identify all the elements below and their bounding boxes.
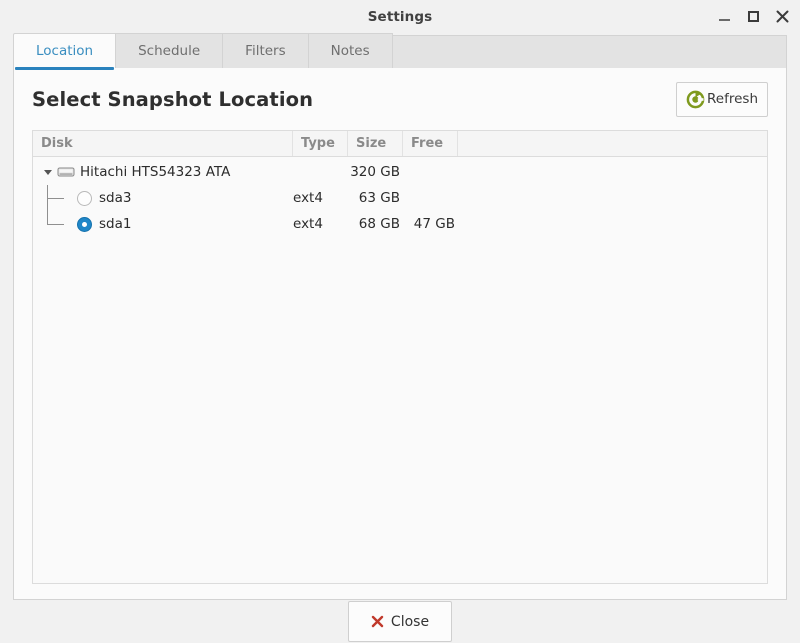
refresh-button[interactable]: Refresh: [676, 82, 768, 117]
partition-size-cell: 63 GB: [348, 190, 403, 206]
column-header-size[interactable]: Size: [348, 131, 403, 156]
disk-list-header: Disk Type Size Free: [33, 131, 767, 157]
page-title: Select Snapshot Location: [32, 88, 313, 111]
partition-radio-sda1[interactable]: [77, 217, 92, 232]
partition-size-cell: 68 GB: [348, 216, 403, 232]
column-header-filler: [458, 131, 767, 156]
tree-branch-line: [41, 185, 77, 211]
column-header-disk[interactable]: Disk: [33, 131, 293, 156]
refresh-label: Refresh: [707, 91, 758, 107]
minimize-icon[interactable]: [717, 9, 732, 24]
close-icon[interactable]: [775, 9, 790, 24]
disk-name-cell: Hitachi HTS54323 ATA: [33, 164, 293, 180]
refresh-icon: [686, 90, 705, 109]
dialog-footer: Close: [0, 600, 800, 643]
tab-filters[interactable]: Filters: [222, 33, 308, 68]
partition-name-cell: sda3: [33, 185, 293, 211]
maximize-icon[interactable]: [746, 9, 761, 24]
table-row[interactable]: Hitachi HTS54323 ATA 320 GB: [33, 159, 767, 185]
column-header-free[interactable]: Free: [403, 131, 458, 156]
tab-location[interactable]: Location: [13, 33, 116, 68]
tab-bar: Location Schedule Filters Notes: [0, 33, 800, 68]
window-controls: [717, 0, 790, 33]
partition-type-cell: ext4: [293, 216, 348, 232]
tree-branch-line: [41, 211, 77, 237]
partition-radio-sda3[interactable]: [77, 191, 92, 206]
partition-label: sda3: [99, 190, 131, 206]
partition-name-cell: sda1: [33, 211, 293, 237]
hard-drive-icon: [55, 165, 77, 179]
table-row[interactable]: sda1 ext4 68 GB 47 GB: [33, 211, 767, 237]
close-button-label: Close: [391, 614, 429, 630]
tab-label: Notes: [331, 43, 370, 59]
partition-label: sda1: [99, 216, 131, 232]
partition-type-cell: ext4: [293, 190, 348, 206]
disk-list: Disk Type Size Free: [32, 130, 768, 584]
tab-label: Schedule: [138, 43, 200, 59]
tab-schedule[interactable]: Schedule: [115, 33, 223, 68]
partition-free-cell: 47 GB: [403, 216, 458, 232]
tab-label: Filters: [245, 43, 285, 59]
disk-list-body: Hitachi HTS54323 ATA 320 GB sda3 ext4 63…: [33, 157, 767, 583]
disk-label: Hitachi HTS54323 ATA: [80, 164, 230, 180]
chevron-down-icon[interactable]: [41, 165, 55, 179]
titlebar: Settings: [0, 0, 800, 33]
tab-label: Location: [36, 43, 93, 59]
window-title: Settings: [368, 9, 433, 25]
tab-bar-filler: [392, 35, 787, 68]
table-row[interactable]: sda3 ext4 63 GB: [33, 185, 767, 211]
close-button[interactable]: Close: [348, 601, 452, 642]
panel-header: Select Snapshot Location Refresh: [32, 68, 768, 130]
location-tab-panel: Select Snapshot Location Refresh Disk Ty…: [13, 68, 787, 600]
column-header-type[interactable]: Type: [293, 131, 348, 156]
red-x-icon: [371, 615, 384, 628]
settings-window: Settings Location Schedule Filters Notes: [0, 0, 800, 643]
tab-notes[interactable]: Notes: [308, 33, 393, 68]
disk-size-cell: 320 GB: [348, 164, 403, 180]
